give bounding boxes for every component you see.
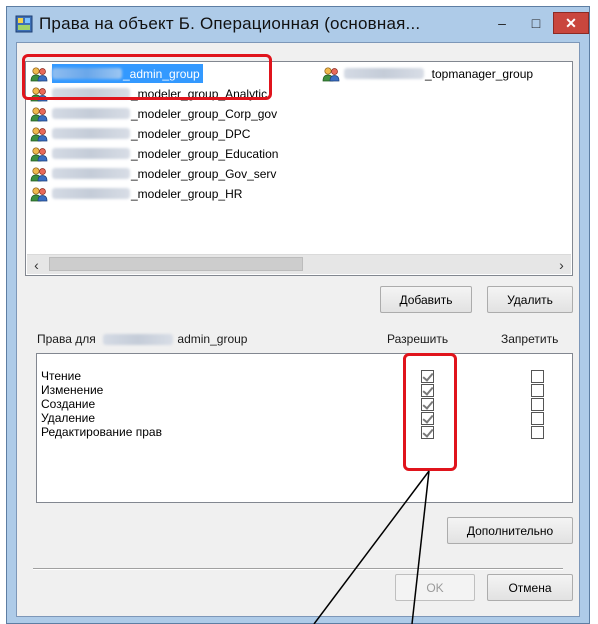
- callout-lines: [313, 470, 430, 624]
